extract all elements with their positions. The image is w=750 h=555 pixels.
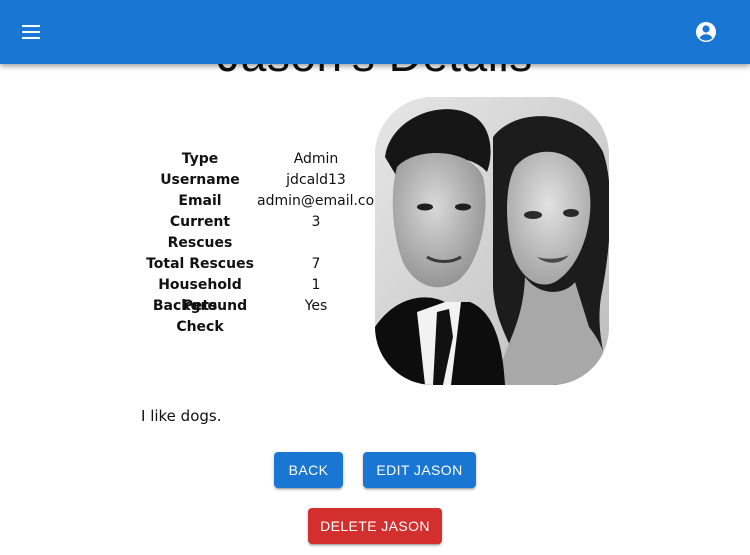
type-value: Admin — [293, 151, 339, 167]
detail-row-total-rescues: Total Rescues 7 — [140, 254, 380, 275]
type-label: Type — [181, 151, 219, 167]
detail-row-background-check: Background Check Yes — [140, 296, 380, 338]
detail-row-household-pets: Household Pets 1 — [140, 275, 380, 314]
total-rescues-value: 7 — [311, 256, 321, 272]
household-pets-value: 1 — [311, 277, 321, 293]
user-details-table: Type Admin Username jdcald13 Email admin… — [140, 149, 388, 338]
detail-row-current-rescues: Current Rescues 3 — [140, 212, 380, 254]
app-bar — [0, 0, 750, 64]
delete-user-button[interactable]: Delete Jason — [308, 508, 442, 544]
account-button[interactable] — [690, 16, 722, 48]
edit-user-button[interactable]: Edit Jason — [363, 452, 476, 488]
email-value: admin@email.com — [257, 193, 388, 209]
account-circle-icon — [696, 22, 716, 42]
profile-photo — [375, 97, 609, 385]
current-rescues-label: Current Rescues — [167, 214, 233, 251]
background-check-label: Background Check — [152, 298, 248, 335]
menu-button[interactable] — [16, 16, 48, 48]
total-rescues-label: Total Rescues — [146, 256, 254, 272]
user-bio: I like dogs. — [141, 407, 222, 425]
couple-portrait-illustration — [375, 97, 609, 385]
detail-row-email: Email admin@email.com — [140, 191, 388, 212]
username-label: Username — [160, 172, 240, 188]
back-button[interactable]: Back — [274, 452, 343, 488]
username-value: jdcald13 — [286, 172, 346, 188]
email-label: Email — [178, 193, 222, 209]
current-rescues-value: 3 — [311, 214, 321, 230]
menu-icon — [22, 25, 40, 39]
background-check-value: Yes — [304, 298, 328, 314]
detail-row-type: Type Admin — [140, 149, 380, 170]
detail-row-username: Username jdcald13 — [140, 170, 380, 191]
